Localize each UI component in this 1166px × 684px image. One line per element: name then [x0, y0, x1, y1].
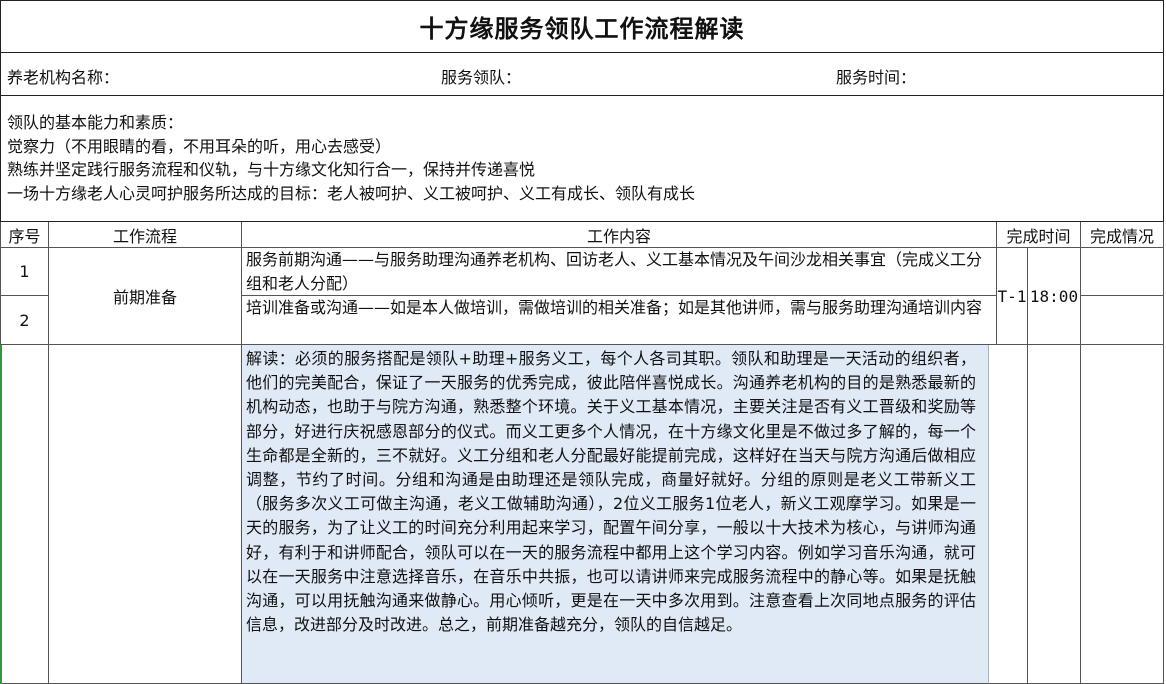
header-content: 工作内容 [242, 222, 997, 248]
header-no: 序号 [0, 222, 49, 248]
intro-heading: 领队的基本能力和素质： [7, 113, 184, 132]
info-row: 养老机构名称： 服务领队： 服务时间： [0, 53, 1164, 96]
explain-no-cell [0, 345, 49, 684]
intro-line: 熟练并坚定践行服务流程和仪轨，与十方缘文化知行合一，保持并传递喜悦 [7, 160, 536, 179]
status-cell[interactable] [1081, 296, 1164, 345]
row-number: 2 [0, 296, 49, 345]
time-clock-cell: 18:00 [1028, 248, 1081, 345]
process-cell: 前期准备 [49, 248, 242, 345]
intro-line: 一场十方缘老人心灵呵护服务所达成的目标：老人被呵护、义工被呵护、义工有成长、领队… [7, 183, 696, 203]
service-leader-label: 服务领队： [441, 68, 522, 87]
explanation-cell: 解读：必须的服务搭配是领队+助理+服务义工，每个人各司其职。领队和助理是一天活动… [242, 345, 989, 684]
explain-time-cell [1028, 345, 1081, 684]
selection-border [0, 345, 2, 684]
intro-line: 觉察力（不用眼睛的看，不用耳朵的听，用心去感受） [7, 136, 392, 156]
worksheet: 十方缘服务领队工作流程解读 养老机构名称： 服务领队： 服务时间： 领队的基本能… [0, 0, 1166, 684]
org-name-label: 养老机构名称： [7, 68, 120, 87]
row-content: 服务前期沟通——与服务助理沟通养老机构、回访老人、义工基本情况及午间沙龙相关事宜… [242, 248, 997, 296]
header-time: 完成时间 [997, 222, 1081, 248]
header-process: 工作流程 [49, 222, 242, 248]
explain-time-cell [989, 345, 1028, 684]
status-cell[interactable] [1081, 248, 1164, 296]
explain-process-cell [49, 345, 242, 684]
service-time-label: 服务时间： [836, 68, 917, 87]
header-status: 完成情况 [1081, 222, 1164, 248]
intro-block: 领队的基本能力和素质： 觉察力（不用眼睛的看，不用耳朵的听，用心去感受） 熟练并… [0, 96, 1164, 222]
row-content: 培训准备或沟通——如是本人做培训，需做培训的相关准备；如是其他讲师，需与服务助理… [242, 296, 997, 345]
explain-status-cell[interactable] [1081, 345, 1164, 684]
time-day-cell: T-1 [997, 248, 1028, 345]
row-number: 1 [0, 248, 49, 296]
page-title: 十方缘服务领队工作流程解读 [0, 0, 1164, 53]
